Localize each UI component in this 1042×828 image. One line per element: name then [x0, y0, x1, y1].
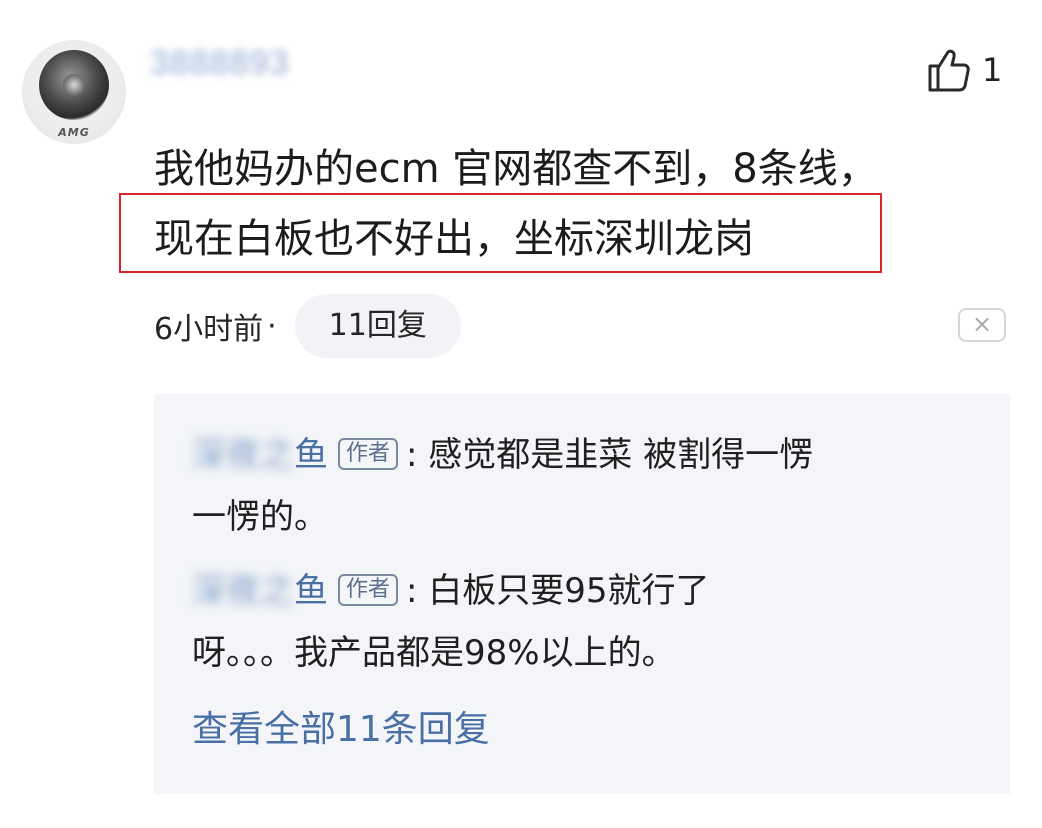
replies-panel: 深夜之鱼 作者: 感觉都是韭菜 被割得一愣 一愣的。 深夜之鱼 作者: 白板只要95… — [154, 394, 1010, 794]
comment-meta: 6小时前 · 11回复 — [154, 294, 461, 358]
reply-author-visible: 鱼 — [294, 571, 328, 611]
reply-author[interactable]: 深夜之鱼 — [192, 571, 328, 611]
like-button[interactable]: 1 — [924, 46, 1002, 94]
author-tag-badge: 作者 — [338, 438, 399, 470]
reply-count-button[interactable]: 11回复 — [294, 294, 461, 358]
highlight-annotation-box — [119, 193, 882, 273]
avatar-brand-text: AMG — [58, 126, 90, 139]
thumbs-up-icon — [928, 49, 970, 92]
comment-card: AMG 3888893 1 我他妈办的ecm 官网都查不到，8条线， 现在白板也… — [0, 0, 1042, 828]
reply-author-blurred: 深夜之 — [192, 435, 294, 475]
wheel-emblem-icon — [39, 50, 109, 120]
like-count: 1 — [982, 51, 1003, 89]
reply-text-line1: : 白板只要95就行了 — [406, 571, 710, 611]
view-all-replies-link[interactable]: 查看全部11条回复 — [192, 700, 490, 752]
reply-text-line2: 呀。。。我产品都是98%以上的。 — [192, 633, 676, 673]
reply-item[interactable]: 深夜之鱼 作者: 感觉都是韭菜 被割得一愣 一愣的。 — [192, 424, 982, 548]
meta-separator: · — [267, 308, 277, 344]
reply-text-line2: 一愣的。 — [192, 497, 328, 537]
author-tag-badge: 作者 — [338, 574, 399, 606]
reply-author[interactable]: 深夜之鱼 — [192, 435, 328, 475]
reply-author-blurred: 深夜之 — [192, 571, 294, 611]
reply-author-visible: 鱼 — [294, 435, 328, 475]
close-icon[interactable]: × — [958, 308, 1006, 342]
username[interactable]: 3888893 — [150, 44, 289, 83]
reply-text-line1: : 感觉都是韭菜 被割得一愣 — [406, 435, 814, 475]
timestamp: 6小时前 — [154, 312, 264, 347]
reply-item[interactable]: 深夜之鱼 作者: 白板只要95就行了 呀。。。我产品都是98%以上的。 — [192, 560, 982, 684]
avatar[interactable]: AMG — [22, 40, 126, 144]
